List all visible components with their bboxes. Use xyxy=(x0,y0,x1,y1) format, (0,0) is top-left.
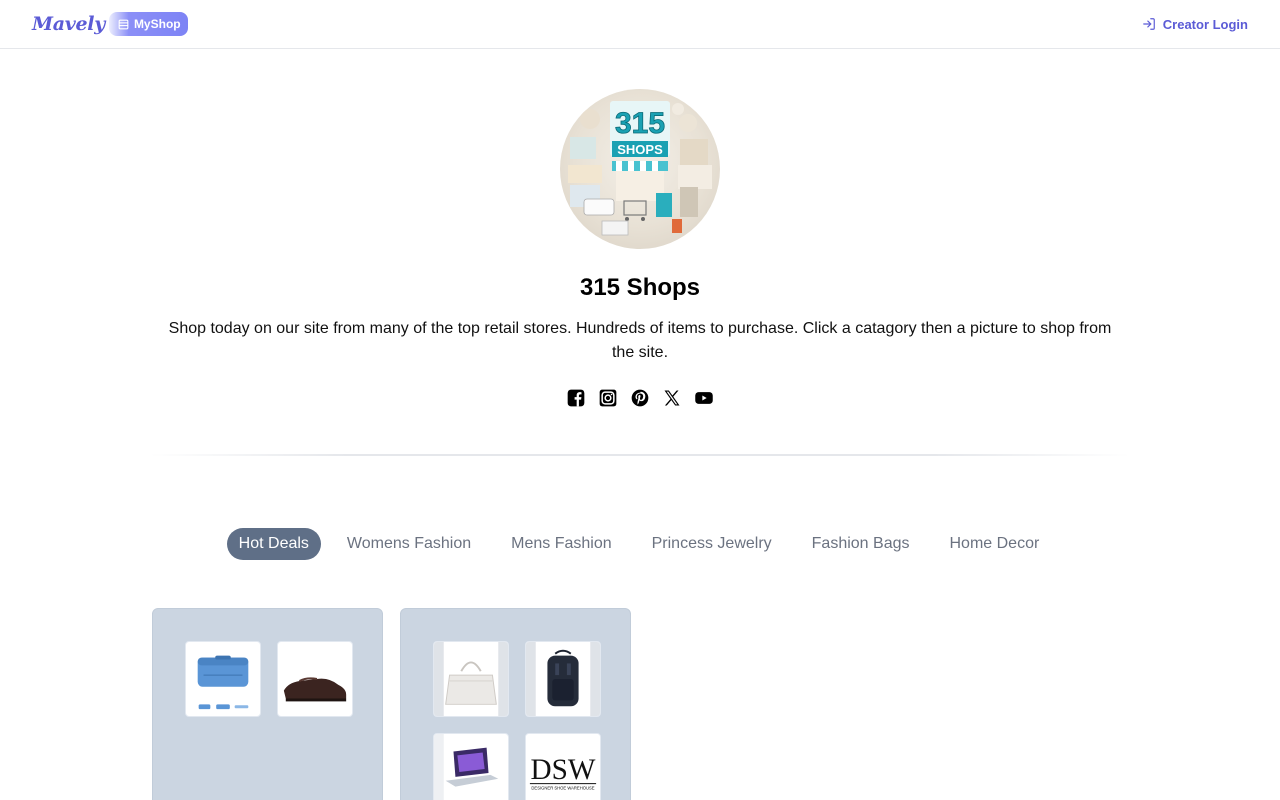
tab-princess-jewelry[interactable]: Princess Jewelry xyxy=(638,528,786,560)
mavely-logo[interactable]: Mavely xyxy=(32,13,105,35)
section-divider xyxy=(150,454,1130,456)
avatar-text-top: 315 xyxy=(615,107,665,140)
product-thumb-dsw[interactable]: DSW DESIGNER SHOE WAREHOUSE xyxy=(525,733,601,800)
creator-login-label: Creator Login xyxy=(1162,16,1248,32)
shop-avatar-image: 315 SHOPS xyxy=(568,101,712,236)
myshop-label: MyShop xyxy=(133,17,181,31)
pinterest-icon[interactable] xyxy=(630,388,650,408)
shop-title: 315 Shops xyxy=(579,274,701,301)
facebook-icon[interactable] xyxy=(566,388,586,408)
store-icon xyxy=(118,19,129,29)
product-card[interactable] xyxy=(152,608,383,800)
product-thumb-handbag[interactable] xyxy=(433,641,509,717)
dsw-tagline: DESIGNER SHOE WAREHOUSE xyxy=(531,786,594,791)
tab-womens-fashion[interactable]: Womens Fashion xyxy=(333,528,485,560)
tab-mens-fashion[interactable]: Mens Fashion xyxy=(497,528,626,560)
avatar-text-bottom: SHOPS xyxy=(617,142,663,157)
tab-home-decor[interactable]: Home Decor xyxy=(936,528,1054,560)
product-card[interactable]: DSW DESIGNER SHOE WAREHOUSE xyxy=(400,608,631,800)
creator-login-link[interactable]: Creator Login xyxy=(1142,15,1248,33)
youtube-icon[interactable] xyxy=(694,388,714,408)
tab-hot-deals[interactable]: Hot Deals xyxy=(226,528,321,560)
tab-fashion-bags[interactable]: Fashion Bags xyxy=(798,528,924,560)
top-navbar: Mavely MyShop Creator Login xyxy=(0,0,1280,49)
product-thumb-storage-case[interactable] xyxy=(185,641,261,717)
login-icon xyxy=(1142,18,1155,30)
product-thumb-backpack[interactable] xyxy=(525,641,601,717)
x-icon[interactable] xyxy=(662,388,682,408)
product-thumb-laptop[interactable] xyxy=(433,733,509,800)
dsw-logo-text: DSW xyxy=(531,754,596,786)
social-links xyxy=(0,388,1280,408)
shop-avatar: 315 SHOPS xyxy=(560,89,720,249)
shop-description: Shop today on our site from many of the … xyxy=(168,320,1112,361)
category-tabs: Hot Deals Womens Fashion Mens Fashion Pr… xyxy=(0,528,1280,560)
brand[interactable]: Mavely MyShop xyxy=(32,11,188,37)
myshop-badge[interactable]: MyShop xyxy=(108,12,188,36)
instagram-icon[interactable] xyxy=(598,388,618,408)
product-thumb-loafer[interactable] xyxy=(277,641,353,717)
